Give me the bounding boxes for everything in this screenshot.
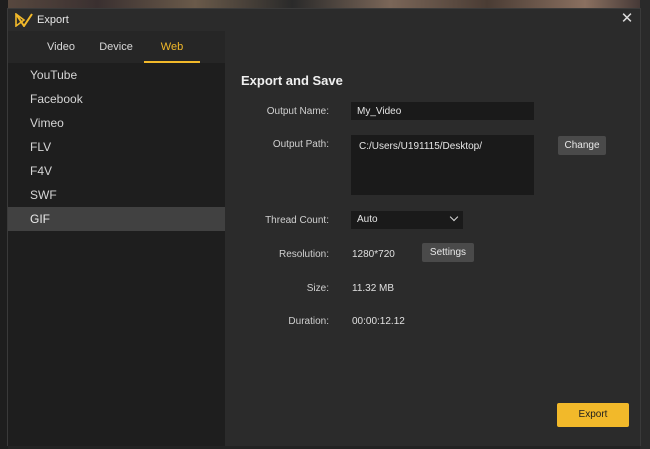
export-settings-pane: Export and Save Output Name: Output Path… (225, 31, 640, 446)
format-item-facebook[interactable]: Facebook (8, 87, 225, 111)
chevron-down-icon (449, 212, 459, 222)
output-path-field[interactable]: C:/Users/U191115/Desktop/ (351, 135, 534, 195)
background-right-panel (640, 0, 650, 449)
resolution-settings-button[interactable]: Settings (422, 243, 474, 262)
thread-count-select[interactable]: Auto (351, 211, 463, 229)
thread-count-label: Thread Count: (265, 215, 329, 226)
format-item-youtube[interactable]: YouTube (8, 63, 225, 87)
tab-web[interactable]: Web (144, 31, 200, 63)
export-button[interactable]: Export (557, 403, 629, 427)
dialog-titlebar: Export ✕ (8, 9, 640, 31)
dialog-title: Export (37, 14, 69, 26)
export-tabs: Video Device Web (8, 31, 225, 63)
close-icon[interactable]: ✕ (619, 11, 635, 27)
format-list: YouTube Facebook Vimeo FLV F4V SWF GIF (8, 63, 225, 231)
size-value: 11.32 MB (352, 283, 395, 294)
resolution-label: Resolution: (278, 249, 329, 260)
thread-count-value: Auto (357, 214, 378, 225)
export-dialog: Export ✕ Video Device Web YouTube Facebo… (7, 8, 641, 446)
size-label: Size: (306, 283, 329, 294)
format-item-flv[interactable]: FLV (8, 135, 225, 159)
format-item-f4v[interactable]: F4V (8, 159, 225, 183)
tab-video[interactable]: Video (38, 31, 84, 63)
section-title: Export and Save (241, 73, 343, 88)
format-pane: Video Device Web YouTube Facebook Vimeo … (8, 31, 225, 446)
app-logo-icon (15, 13, 33, 27)
change-path-button[interactable]: Change (558, 136, 606, 155)
duration-value: 00:00:12.12 (352, 316, 405, 327)
format-item-gif[interactable]: GIF (8, 207, 225, 231)
output-path-label: Output Path: (272, 139, 329, 150)
output-name-label: Output Name: (266, 106, 329, 117)
output-name-input[interactable] (351, 102, 534, 120)
format-item-swf[interactable]: SWF (8, 183, 225, 207)
resolution-value: 1280*720 (352, 249, 395, 260)
tab-device[interactable]: Device (92, 31, 140, 63)
duration-label: Duration: (288, 316, 329, 327)
format-item-vimeo[interactable]: Vimeo (8, 111, 225, 135)
